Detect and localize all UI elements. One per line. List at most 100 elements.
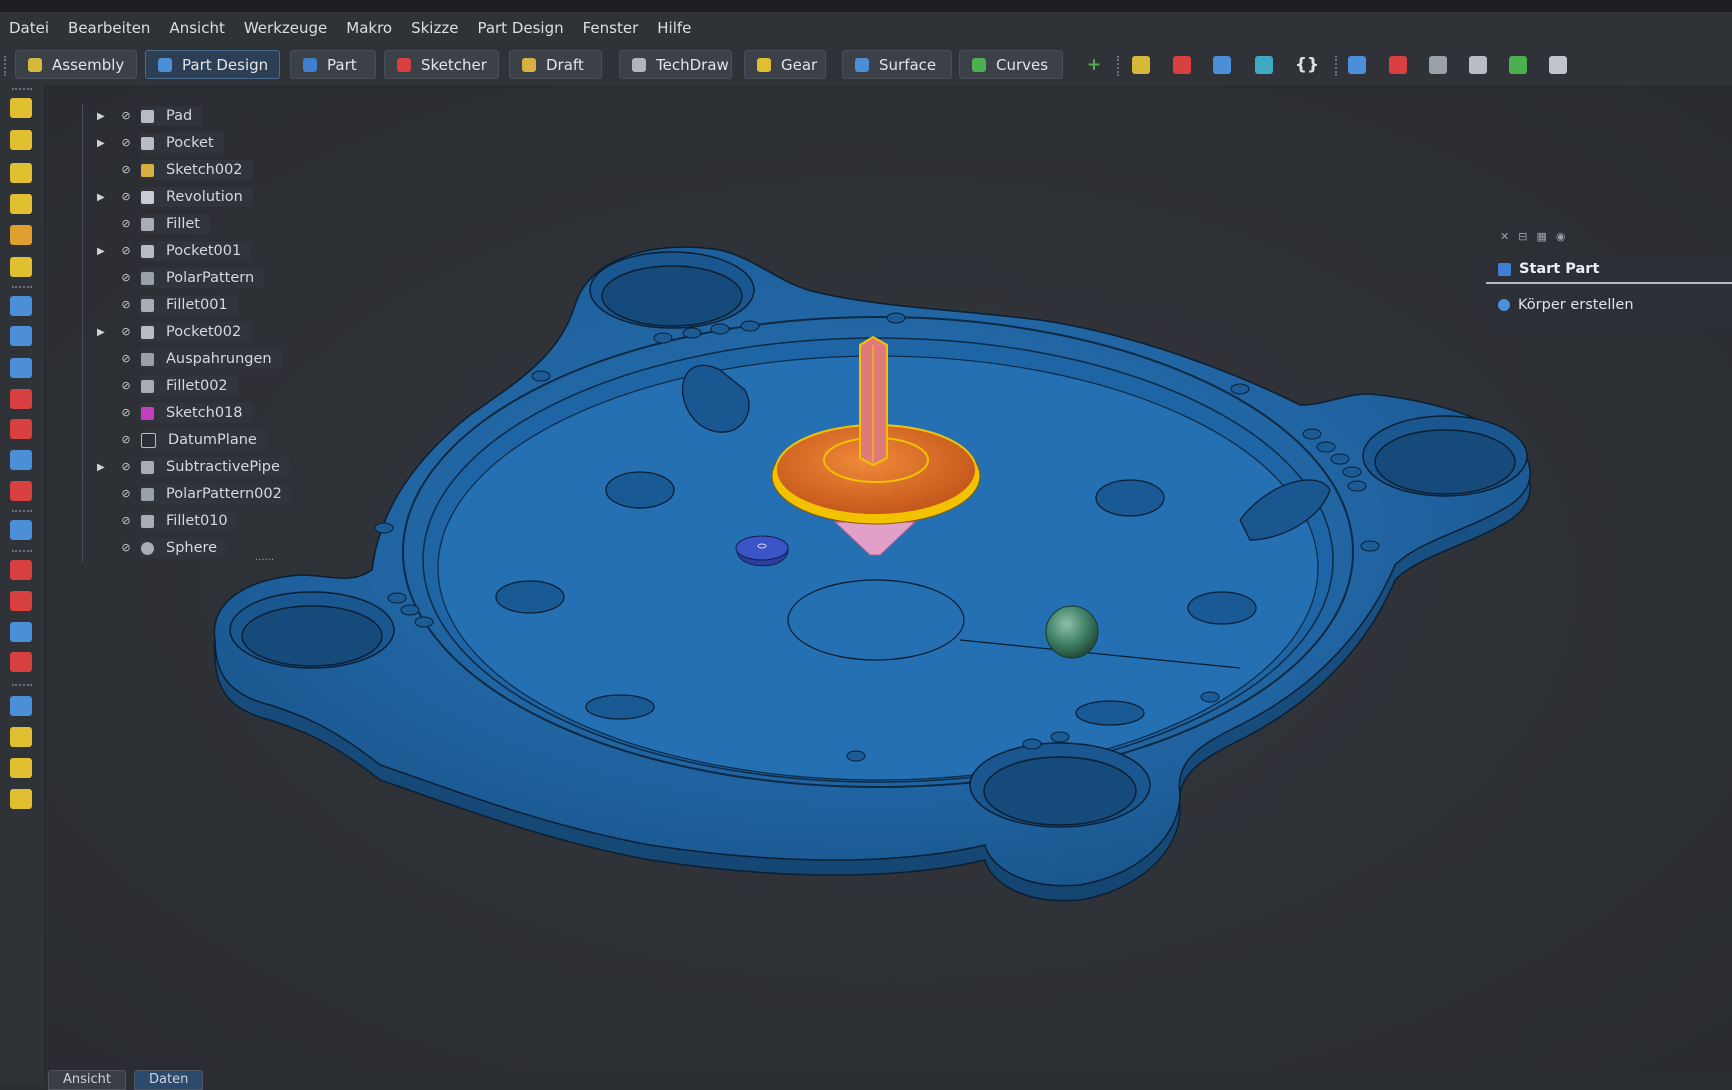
additive-loft-icon[interactable] bbox=[10, 163, 32, 183]
visibility-hidden-icon[interactable]: ⊘ bbox=[119, 434, 133, 446]
visibility-hidden-icon[interactable]: ⊘ bbox=[119, 542, 133, 554]
menu-hilfe[interactable]: Hilfe bbox=[648, 12, 701, 44]
tree-item-fillet002[interactable]: ⊘ Fillet002 bbox=[83, 374, 238, 398]
workbench-tab-part-design[interactable]: Part Design bbox=[145, 50, 280, 79]
create-body-link[interactable]: Körper erstellen bbox=[1518, 297, 1634, 313]
visibility-hidden-icon[interactable]: ⊘ bbox=[119, 488, 133, 500]
tree-item-revolution[interactable]: ▶ ⊘ Revolution bbox=[83, 185, 253, 209]
tree-item-polarpattern[interactable]: ⊘ PolarPattern bbox=[83, 266, 265, 290]
linear-pattern-icon[interactable] bbox=[10, 727, 32, 747]
tree-item-datumplane[interactable]: ⊘ DatumPlane bbox=[83, 428, 267, 452]
tree-item-pocket[interactable]: ▶ ⊘ Pocket bbox=[83, 131, 224, 155]
subtractive-helix-icon[interactable] bbox=[10, 450, 32, 470]
subtractive-loft-icon[interactable] bbox=[10, 389, 32, 409]
export-icon[interactable] bbox=[1255, 56, 1273, 74]
restore-icon[interactable]: ⊟ bbox=[1518, 230, 1527, 243]
visibility-hidden-icon[interactable]: ⊘ bbox=[119, 353, 133, 365]
fillet-tool-icon[interactable] bbox=[10, 560, 32, 580]
assembly-component-icon[interactable] bbox=[1132, 56, 1150, 74]
tab-daten[interactable]: Daten bbox=[134, 1070, 204, 1090]
gnu-icon[interactable] bbox=[1549, 56, 1567, 74]
menu-fenster[interactable]: Fenster bbox=[574, 12, 649, 44]
scaled-icon[interactable] bbox=[10, 789, 32, 809]
expand-arrow-icon[interactable]: ▶ bbox=[97, 138, 109, 149]
visibility-hidden-icon[interactable]: ⊘ bbox=[119, 515, 133, 527]
additive-pipe-icon[interactable] bbox=[10, 194, 32, 214]
expand-arrow-icon[interactable]: ▶ bbox=[97, 327, 109, 338]
eye-icon[interactable]: ◉ bbox=[1556, 230, 1566, 243]
additive-pad-icon[interactable] bbox=[10, 98, 32, 118]
additive-revolution-icon[interactable] bbox=[10, 130, 32, 150]
toolbar-grip[interactable] bbox=[4, 56, 10, 76]
visibility-hidden-icon[interactable]: ⊘ bbox=[119, 326, 133, 338]
thickness-tool-icon[interactable] bbox=[10, 652, 32, 672]
tree-item-auspahrungen[interactable]: ⊘ Auspahrungen bbox=[83, 347, 282, 371]
visibility-hidden-icon[interactable]: ⊘ bbox=[119, 191, 133, 203]
menu-bearbeiten[interactable]: Bearbeiten bbox=[59, 12, 160, 44]
workbench-tab-techdraw[interactable]: TechDraw bbox=[619, 50, 732, 79]
visibility-hidden-icon[interactable]: ⊘ bbox=[119, 218, 133, 230]
polar-pattern-tool-icon[interactable] bbox=[10, 758, 32, 778]
tree-item-pad[interactable]: ▶ ⊘ Pad bbox=[83, 104, 203, 128]
expand-arrow-icon[interactable]: ▶ bbox=[97, 192, 109, 203]
subtractive-pipe-icon[interactable] bbox=[10, 419, 32, 439]
expand-arrow-icon[interactable]: ▶ bbox=[97, 462, 109, 473]
visibility-hidden-icon[interactable]: ⊘ bbox=[119, 137, 133, 149]
subtractive-primitive-icon[interactable] bbox=[10, 481, 32, 501]
workbench-tab-assembly[interactable]: Assembly bbox=[15, 50, 137, 79]
menu-ansicht[interactable]: Ansicht bbox=[160, 12, 234, 44]
task-panel-header[interactable]: Start Part bbox=[1486, 256, 1732, 284]
tab-ansicht[interactable]: Ansicht bbox=[48, 1070, 127, 1090]
workbench-tab-draft[interactable]: Draft bbox=[509, 50, 602, 79]
expand-arrow-icon[interactable]: ▶ bbox=[97, 246, 109, 257]
folder-icon[interactable] bbox=[1213, 56, 1231, 74]
workbench-tab-surface[interactable]: Surface bbox=[842, 50, 952, 79]
visibility-hidden-icon[interactable]: ⊘ bbox=[119, 407, 133, 419]
axis-icon[interactable] bbox=[1173, 56, 1191, 74]
workbench-tab-curves[interactable]: Curves bbox=[959, 50, 1063, 79]
tree-item-sketch002[interactable]: ⊘ Sketch002 bbox=[83, 158, 253, 182]
close-icon[interactable]: ✕ bbox=[1500, 230, 1509, 243]
visibility-hidden-icon[interactable]: ⊘ bbox=[119, 164, 133, 176]
body-icon[interactable] bbox=[1348, 56, 1366, 74]
visibility-hidden-icon[interactable]: ⊘ bbox=[119, 380, 133, 392]
workbench-tab-sketcher[interactable]: Sketcher bbox=[384, 50, 499, 79]
visibility-hidden-icon[interactable]: ⊘ bbox=[119, 461, 133, 473]
tree-item-subtractivepipe[interactable]: ▶ ⊘ SubtractivePipe bbox=[83, 455, 290, 479]
boolean-icon[interactable] bbox=[10, 520, 32, 540]
code-braces-icon[interactable]: {} bbox=[1295, 54, 1319, 76]
visibility-hidden-icon[interactable]: ⊘ bbox=[119, 272, 133, 284]
additive-helix-icon[interactable] bbox=[10, 225, 32, 245]
hole-tool-icon[interactable] bbox=[10, 326, 32, 346]
expand-arrow-icon[interactable]: ▶ bbox=[97, 111, 109, 122]
tree-item-pocket001[interactable]: ▶ ⊘ Pocket001 bbox=[83, 239, 252, 263]
chamfer-tool-icon[interactable] bbox=[10, 591, 32, 611]
visibility-hidden-icon[interactable]: ⊘ bbox=[119, 245, 133, 257]
tree-item-pocket002[interactable]: ▶ ⊘ Pocket002 bbox=[83, 320, 252, 344]
add-icon[interactable]: + bbox=[1083, 54, 1105, 76]
puzzle-icon[interactable] bbox=[1509, 56, 1527, 74]
visibility-hidden-icon[interactable]: ⊘ bbox=[119, 110, 133, 122]
additive-primitive-icon[interactable] bbox=[10, 257, 32, 277]
menu-datei[interactable]: Datei bbox=[0, 12, 59, 44]
save-icon[interactable]: ▦ bbox=[1536, 230, 1546, 243]
workbench-tab-part[interactable]: Part bbox=[290, 50, 376, 79]
visibility-hidden-icon[interactable]: ⊘ bbox=[119, 299, 133, 311]
pocket-tool-icon[interactable] bbox=[10, 296, 32, 316]
tree-item-fillet[interactable]: ⊘ Fillet bbox=[83, 212, 210, 236]
menu-part-design[interactable]: Part Design bbox=[468, 12, 573, 44]
tree-item-sphere[interactable]: ⊘ Sphere bbox=[83, 536, 228, 560]
clone-icon[interactable] bbox=[1429, 56, 1447, 74]
tree-item-fillet001[interactable]: ⊘ Fillet001 bbox=[83, 293, 238, 317]
mirrored-icon[interactable] bbox=[10, 696, 32, 716]
tree-item-sketch018[interactable]: ⊘ Sketch018 bbox=[83, 401, 253, 425]
menu-skizze[interactable]: Skizze bbox=[402, 12, 468, 44]
workbench-tab-gear[interactable]: Gear bbox=[744, 50, 826, 79]
menu-werkzeuge[interactable]: Werkzeuge bbox=[235, 12, 337, 44]
draft-tool-icon[interactable] bbox=[10, 622, 32, 642]
tree-item-polarpattern002[interactable]: ⊘ PolarPattern002 bbox=[83, 482, 292, 506]
menu-makro[interactable]: Makro bbox=[337, 12, 402, 44]
sketch-part-icon[interactable] bbox=[1389, 56, 1407, 74]
tree-item-fillet010[interactable]: ⊘ Fillet010 bbox=[83, 509, 238, 533]
groove-tool-icon[interactable] bbox=[10, 358, 32, 378]
